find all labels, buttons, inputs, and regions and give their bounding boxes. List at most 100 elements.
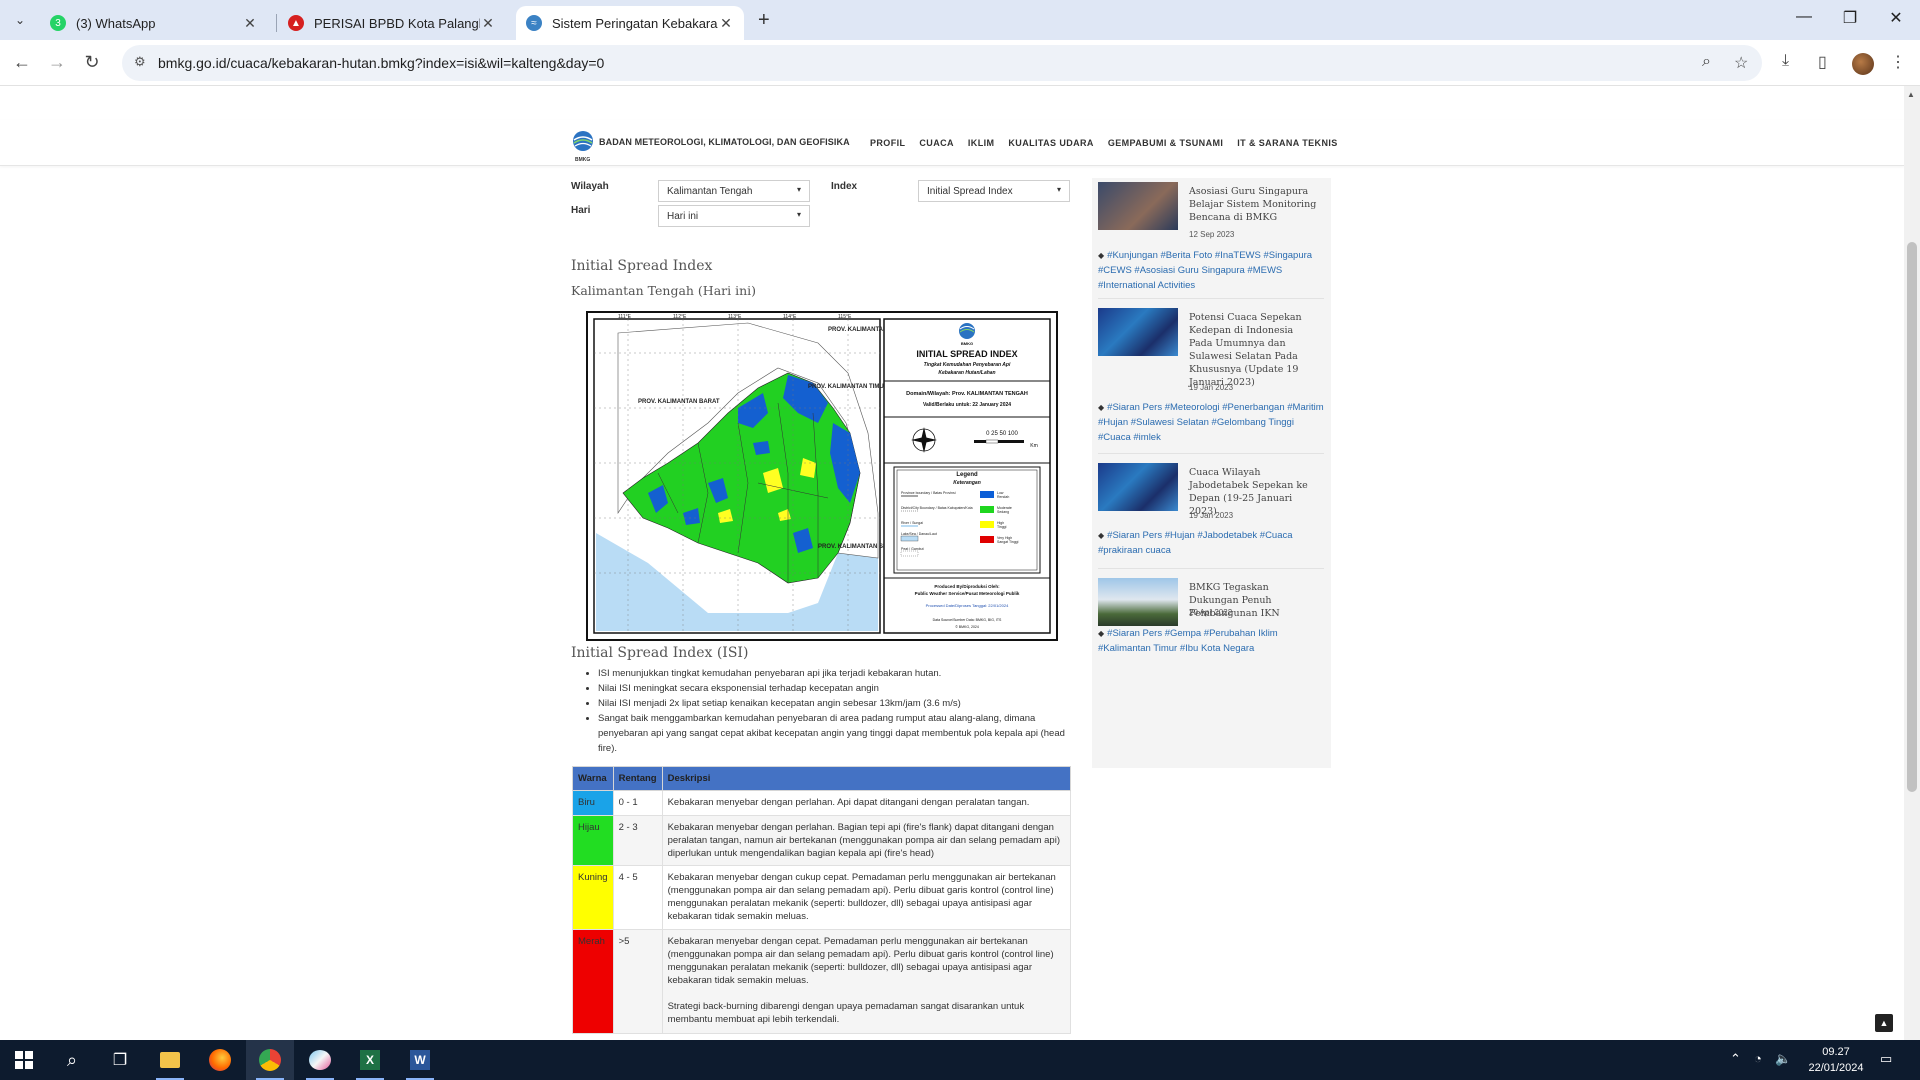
legend-left-item: Lake/Sea / Danau/Laut: [901, 532, 937, 536]
search-button[interactable]: ⌕: [48, 1040, 96, 1080]
legend-left-item: District/City Boundary / Batas Kabupaten…: [901, 506, 973, 510]
start-button[interactable]: [0, 1040, 48, 1080]
new-tab-button[interactable]: +: [758, 9, 770, 32]
table-row: Hijau 2 - 3 Kebakaran menyebar dengan pe…: [572, 815, 1072, 866]
hari-select[interactable]: Hari ini ▾: [658, 205, 810, 227]
news-item[interactable]: Asosiasi Guru Singapura Belajar Sistem M…: [1098, 182, 1326, 292]
table-row: Kuning 4 - 5 Kebakaran menyebar dengan c…: [572, 865, 1072, 930]
taskbar-file-explorer[interactable]: [146, 1040, 194, 1080]
nav-iklim[interactable]: IKLIM: [968, 138, 995, 148]
reload-button[interactable]: ↻: [80, 52, 104, 73]
site-header: BADAN METEOROLOGI, KLIMATOLOGI, DAN GEOF…: [0, 120, 1904, 166]
tray-chevron-up-icon[interactable]: ⌃: [1730, 1051, 1741, 1067]
scroll-up-icon[interactable]: ▲: [1907, 90, 1915, 99]
close-icon[interactable]: ✕: [718, 15, 734, 32]
clock-time: 09.27: [1822, 1046, 1850, 1058]
legend-right-sub: Sangat Tinggi: [997, 540, 1019, 544]
taskbar-firefox[interactable]: [196, 1040, 244, 1080]
logo-text[interactable]: BADAN METEOROLOGI, KLIMATOLOGI, DAN GEOF…: [599, 137, 850, 147]
tag-list[interactable]: #Siaran Pers #Gempa #Perubahan Iklim #Ka…: [1098, 628, 1278, 654]
map-copyright: © BMKG, 2024: [955, 625, 979, 629]
news-tags[interactable]: ◆ #Siaran Pers #Meteorologi #Penerbangan …: [1098, 400, 1324, 445]
network-icon[interactable]: ◔: [1754, 1051, 1762, 1066]
map-svg: 111°E 112°E 113°E 114°E 115°E PROV. KALI…: [593, 314, 1051, 634]
forward-button[interactable]: →: [45, 52, 69, 73]
download-icon[interactable]: ⤓: [1782, 52, 1789, 70]
nav-gempabumi[interactable]: GEMPABUMI & TSUNAMI: [1108, 138, 1223, 148]
warna-cell: Kuning: [572, 865, 614, 930]
nav-cuaca[interactable]: CUACA: [919, 138, 954, 148]
back-to-top-button[interactable]: ▲: [1875, 1014, 1893, 1032]
tag-list[interactable]: #Siaran Pers #Hujan #Jabodetabek #Cuaca …: [1098, 530, 1293, 556]
warna-cell: Hijau: [572, 815, 614, 866]
side-panel-icon[interactable]: ▯: [1818, 52, 1827, 72]
browser-toolbar: ← → ↻ ⚙ bmkg.go.id/cuaca/kebakaran-hutan…: [0, 40, 1920, 86]
desc-cell: Kebakaran menyebar dengan perlahan. Api …: [661, 790, 1072, 816]
caret-down-icon: ▾: [1056, 185, 1061, 194]
news-thumbnail[interactable]: [1098, 463, 1178, 511]
address-bar[interactable]: ⚙ bmkg.go.id/cuaca/kebakaran-hutan.bmkg?…: [122, 45, 1762, 81]
tab-sistem-peringatan[interactable]: ≈ Sistem Peringatan Kebakaran Hutan ✕: [516, 6, 744, 40]
news-thumbnail[interactable]: [1098, 578, 1178, 626]
rentang-cell: 2 - 3: [612, 815, 663, 866]
scrollbar-thumb[interactable]: [1907, 242, 1917, 792]
news-tags[interactable]: ◆ #Siaran Pers #Gempa #Perubahan Iklim #K…: [1098, 626, 1324, 656]
news-title[interactable]: Asosiasi Guru Singapura Belajar Sistem M…: [1189, 185, 1319, 224]
zoom-icon[interactable]: ⌕: [1702, 53, 1711, 71]
divider: [1098, 453, 1324, 454]
nav-kualitas-udara[interactable]: KUALITAS UDARA: [1008, 138, 1093, 148]
tag-list[interactable]: #Siaran Pers #Meteorologi #Penerbangan #…: [1098, 402, 1324, 443]
isi-map: 111°E 112°E 113°E 114°E 115°E PROV. KALI…: [586, 311, 1058, 641]
news-item[interactable]: Potensi Cuaca Sepekan Kedepan di Indones…: [1098, 308, 1326, 443]
profile-avatar[interactable]: [1852, 53, 1874, 75]
news-item[interactable]: Cuaca Wilayah Jabodetabek Sepekan ke Dep…: [1098, 463, 1326, 558]
index-label: Index: [831, 181, 858, 192]
map-subtitle2: Kebakaran Hutan/Lahan: [938, 370, 995, 376]
site-settings-icon[interactable]: ⚙: [134, 54, 146, 70]
wilayah-select[interactable]: Kalimantan Tengah ▾: [658, 180, 810, 202]
taskbar-chrome[interactable]: [246, 1040, 294, 1080]
map-processed: Processed Date/Diproses Tanggal: 22/01/2…: [926, 603, 1009, 608]
tab-perisai[interactable]: ▲ PERISAI BPBD Kota Palangka Raya ✕: [278, 6, 506, 40]
tag-list[interactable]: #Kunjungan #Berita Foto #InaTEWS #Singap…: [1098, 250, 1312, 291]
legend-left-item: River / Sungai: [901, 521, 923, 525]
minimize-button[interactable]: —: [1781, 8, 1827, 26]
volume-icon[interactable]: 🔈: [1775, 1051, 1791, 1067]
taskbar-excel[interactable]: X: [346, 1040, 394, 1080]
desc-cell: Kebakaran menyebar dengan cukup cepat. P…: [661, 865, 1072, 930]
warna-cell: Biru: [572, 790, 614, 816]
close-icon[interactable]: ✕: [242, 15, 258, 32]
bookmark-star-icon[interactable]: ☆: [1734, 53, 1748, 73]
news-thumbnail[interactable]: [1098, 182, 1178, 230]
news-tags[interactable]: ◆ #Siaran Pers #Hujan #Jabodetabek #Cuaca…: [1098, 528, 1324, 558]
task-view-button[interactable]: ❐: [96, 1040, 144, 1080]
nav-profil[interactable]: PROFIL: [870, 138, 905, 148]
map-produced-by2: Public Weather Service/Pusat Meteorologi…: [915, 591, 1020, 596]
taskbar-word[interactable]: W: [396, 1040, 444, 1080]
news-item[interactable]: BMKG Tegaskan Dukungan Penuh Pembangunan…: [1098, 578, 1326, 668]
news-date: 19 Jan 2023: [1189, 511, 1234, 520]
page-subtitle: Kalimantan Tengah (Hari ini): [571, 283, 757, 298]
menu-kebab-icon[interactable]: ⋮: [1890, 52, 1906, 72]
index-select[interactable]: Initial Spread Index ▾: [918, 180, 1070, 202]
news-thumbnail[interactable]: [1098, 308, 1178, 356]
tab-title: (3) WhatsApp: [76, 15, 156, 31]
windows-logo-icon: [15, 1051, 33, 1069]
nav-it-sarana[interactable]: IT & SARANA TEKNIS: [1237, 138, 1337, 148]
chevron-down-icon: ⌄: [14, 13, 26, 27]
news-tags[interactable]: ◆ #Kunjungan #Berita Foto #InaTEWS #Singa…: [1098, 248, 1324, 293]
taskbar-paint[interactable]: [296, 1040, 344, 1080]
restore-button[interactable]: ❐: [1827, 8, 1873, 28]
excel-icon: X: [360, 1050, 380, 1070]
list-item: ISI menunjukkan tingkat kemudahan penyeb…: [598, 666, 1070, 681]
taskbar-clock[interactable]: 09.27 22/01/2024: [1808, 1044, 1864, 1076]
page-scrollbar[interactable]: ▲: [1904, 86, 1920, 1040]
close-icon[interactable]: ✕: [480, 15, 496, 32]
rentang-cell: >5: [612, 929, 663, 1034]
tab-search-button[interactable]: ⌄: [8, 8, 32, 32]
close-window-button[interactable]: ✕: [1873, 8, 1919, 28]
tab-whatsapp[interactable]: 3 (3) WhatsApp ✕: [40, 6, 268, 40]
back-button[interactable]: ←: [10, 52, 34, 73]
news-title[interactable]: Potensi Cuaca Sepekan Kedepan di Indones…: [1189, 311, 1319, 389]
notification-icon[interactable]: ▭: [1880, 1051, 1892, 1067]
